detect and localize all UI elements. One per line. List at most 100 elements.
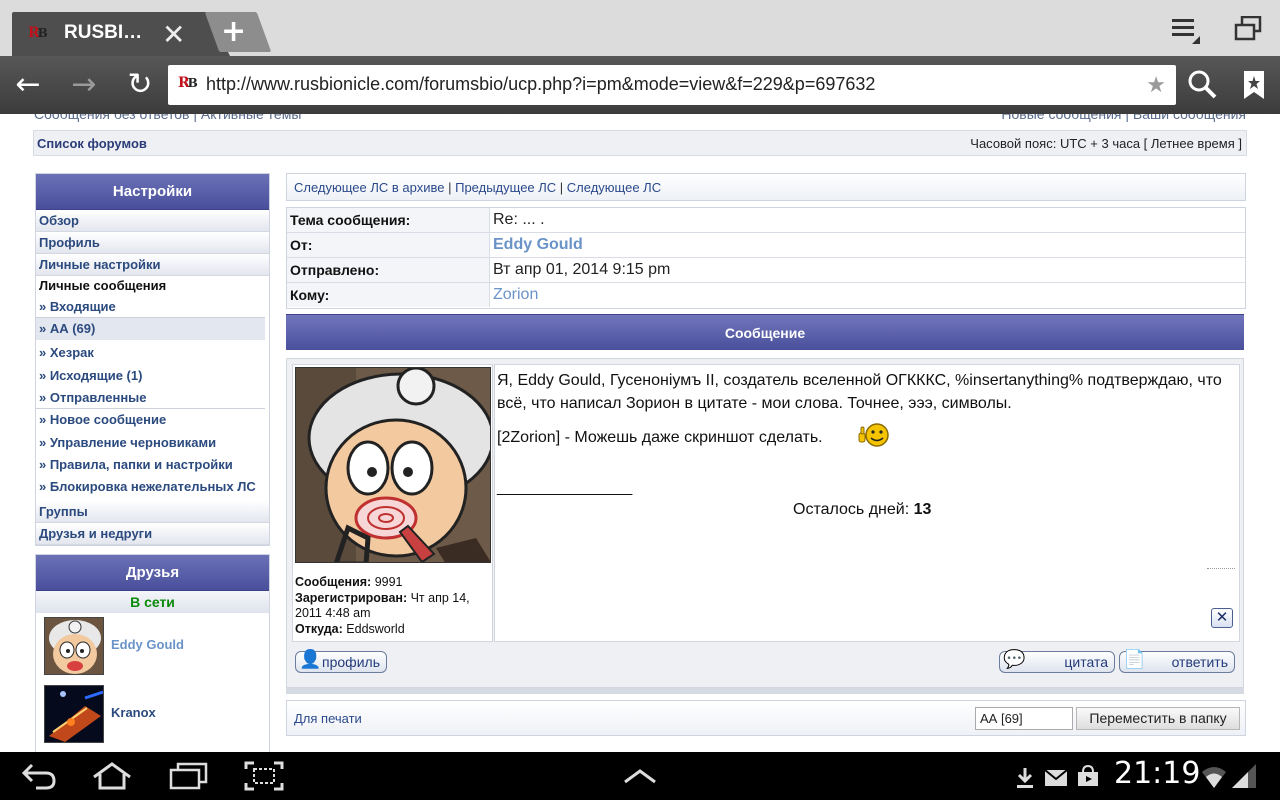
system-bar: 21:19 [0,752,1280,800]
profile-button[interactable]: 👤 профиль [295,649,387,673]
friend-name[interactable]: Eddy Gould [111,637,184,652]
tab-title: RUSBI… [64,22,143,43]
friend-avatar[interactable] [44,617,104,675]
bookmark-icon[interactable] [1242,70,1266,100]
posts-label: Сообщения: [295,575,372,589]
new-your-posts-links[interactable]: Новые сообщения | Ваши сообщения [1001,114,1246,122]
days-left-text: Осталось дней: 13 [793,501,932,518]
sidebar-item-sent[interactable]: » Отправленные [36,387,265,409]
sidebar-item-personal-settings[interactable]: Личные настройки [36,254,269,276]
mail-icon [1044,769,1068,786]
tab-close-icon[interactable]: ✕ [162,18,185,51]
to-row: Кому: Zorion [287,283,1245,308]
up-arrow-icon[interactable] [622,768,658,784]
quote-button[interactable]: 💬 цитата [999,649,1115,673]
sidebar-item-block[interactable]: » Блокировка нежелательных ЛС [36,476,269,498]
posts-value: 9991 [374,575,403,589]
move-to-folder-button[interactable]: Переместить в папку [1076,707,1240,730]
browser-nav-bar: ← → ↻ RB http://www.rusbionicle.com/foru… [0,56,1280,114]
back-icon[interactable] [20,761,58,791]
online-label: В сети [36,591,269,613]
settings-sidebar: Настройки Обзор Профиль Личные настройки… [35,173,270,546]
sidebar-item-rules[interactable]: » Правила, папки и настройки [36,454,269,476]
favicon-icon: RB [28,25,48,41]
dotted-divider [1207,568,1235,569]
unanswered-active-links[interactable]: Сообщения без ответов | Активные темы [34,114,301,122]
search-icon[interactable] [1186,68,1218,100]
sidebar-item-profile[interactable]: Профиль [36,232,269,254]
pm-navigation: Следующее ЛС в архиве | Предыдущее ЛС | … [286,173,1246,201]
speech-bubble-icon: 💬 [1003,649,1026,669]
forward-arrow-icon[interactable]: → [67,68,101,102]
next-archived-pm-link[interactable]: Следующее ЛС в архиве [294,180,445,195]
timezone-text: Часовой пояс: UTC + 3 часа [ Летнее врем… [970,136,1242,151]
author-info: Сообщения: 9991 Зарегистрирован: Чт апр … [295,575,491,637]
bottom-actions: Для печати АА [69] Переместить в папку [286,700,1246,736]
reply-button[interactable]: 📄 ответить [1119,649,1235,673]
download-icon [1017,768,1033,788]
site-favicon-icon: RB [178,75,198,91]
windows-icon[interactable] [1234,16,1262,42]
sidebar-item-new-message[interactable]: » Новое сообщение [36,409,269,431]
home-icon[interactable] [92,761,132,791]
wifi-icon [1202,767,1226,788]
from-label: От: [287,233,490,257]
post-quip-text: [2Zorion] - Можешь даже скриншот сделать… [497,429,823,446]
to-user-link[interactable]: Zorion [493,286,538,304]
menu-icon[interactable] [1170,14,1202,46]
sent-row: Отправлено: Вт апр 01, 2014 9:15 pm [287,258,1245,283]
from-user-link[interactable]: Eddy Gould [493,236,583,254]
friends-panel: Друзья В сети Eddy Gould Kranox [35,554,270,754]
shopping-bag-icon [1078,764,1098,786]
friend-avatar[interactable] [44,685,104,743]
user-icon: 👤 [299,649,322,669]
clock: 21:19 [1114,756,1201,791]
plus-icon[interactable]: + [221,14,246,49]
post-content: Я, Eddy Gould, Гусеноніумъ II, создатель… [494,364,1240,642]
sidebar-item-drafts[interactable]: » Управление черновиками [36,432,269,454]
thumbs-up-smiley-icon [858,423,889,447]
separator: | [444,180,456,195]
message-body: Сообщения: 9991 Зарегистрирован: Чт апр … [286,358,1244,688]
subject-label: Тема сообщения: [287,208,490,232]
post-body-text: Я, Eddy Gould, Гусеноніумъ II, создатель… [497,372,1222,412]
screenshot-icon[interactable] [244,761,284,791]
next-pm-link[interactable]: Следующее ЛС [567,180,661,195]
star-icon[interactable]: ★ [1146,73,1166,98]
report-close-icon[interactable]: ✕ [1211,608,1233,628]
prev-pm-link[interactable]: Предыдущее ЛС [455,180,556,195]
folder-select[interactable]: АА [69] [975,707,1073,730]
back-arrow-icon[interactable]: ← [11,68,45,102]
sidebar-item-outbox[interactable]: » Исходящие (1) [36,365,269,387]
sidebar-item-hezrak-folder[interactable]: » Хезрак [36,342,269,364]
friend-item[interactable]: Eddy Gould [36,613,269,681]
location-value: Eddsworld [346,621,405,636]
url-text[interactable]: http://www.rusbionicle.com/forumsbio/ucp… [206,74,875,95]
friend-name[interactable]: Kranox [111,705,156,720]
sidebar-item-inbox[interactable]: » Входящие [36,296,265,318]
reload-icon[interactable]: ↻ [123,68,157,102]
url-bar[interactable]: RB http://www.rusbionicle.com/forumsbio/… [168,65,1176,105]
sidebar-category-pm: Личные сообщения [39,278,167,293]
active-tab[interactable]: RB RUSBI… ✕ [12,12,230,56]
signature-separator: _________________ [497,479,632,496]
breadcrumb: Список форумов Часовой пояс: UTC + 3 час… [33,130,1247,156]
subject-row: Тема сообщения: Re: ... . [287,208,1245,233]
sidebar-item-overview[interactable]: Обзор [36,210,269,232]
sidebar-item-aa-folder[interactable]: » АА (69) [36,318,265,340]
sent-label: Отправлено: [287,258,490,282]
registered-label: Зарегистрирован: [295,590,408,605]
friend-item[interactable]: Kranox [36,681,269,749]
author-panel: Сообщения: 9991 Зарегистрирован: Чт апр … [292,364,493,642]
pm-header-table: Тема сообщения: Re: ... . От: Eddy Gould… [286,207,1246,309]
print-link[interactable]: Для печати [294,711,362,726]
sidebar-item-groups[interactable]: Группы [36,501,269,523]
web-page: Сообщения без ответов | Активные темы Но… [0,114,1280,754]
recent-apps-icon[interactable] [168,761,208,791]
sidebar-item-friends-foes[interactable]: Друзья и недруги [36,523,269,545]
browser-tab-bar: RB RUSBI… ✕ + [0,0,1280,56]
forum-list-link[interactable]: Список форумов [37,136,147,151]
from-row: От: Eddy Gould [287,233,1245,258]
separator: | [556,180,567,195]
sent-value: Вт апр 01, 2014 9:15 pm [493,261,671,278]
